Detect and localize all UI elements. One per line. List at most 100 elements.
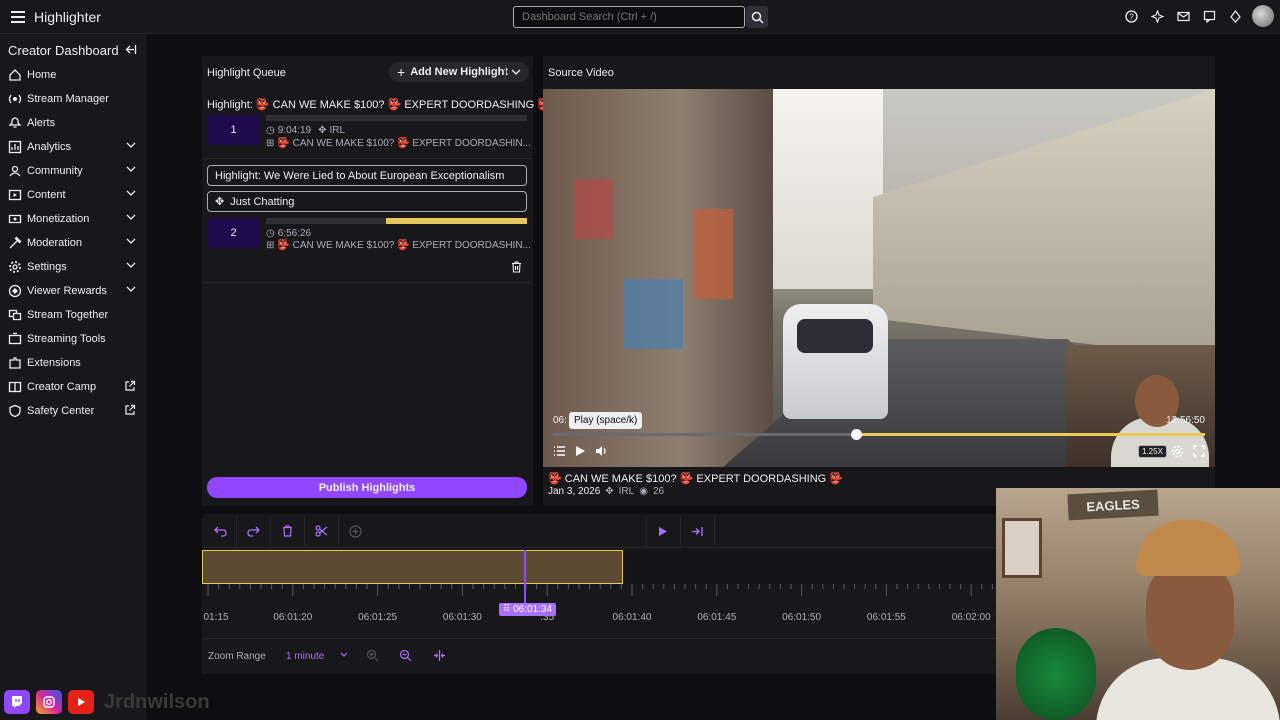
play-button[interactable] — [574, 443, 586, 459]
whispers-icon[interactable] — [1200, 5, 1218, 27]
sidebar-item-label: Monetization — [27, 213, 90, 225]
highlight-1-number[interactable]: 1 — [207, 115, 260, 145]
redo-icon[interactable] — [245, 523, 261, 539]
collapse-sidebar-icon[interactable] — [124, 43, 137, 59]
menu-icon[interactable] — [6, 5, 30, 29]
sidebar-item-stream-manager[interactable]: Stream Manager — [0, 87, 146, 111]
add-new-highlight-label: Add New Highlight — [410, 66, 508, 78]
zoom-in-icon[interactable] — [366, 649, 379, 665]
streamer-webcam: EAGLES — [996, 488, 1280, 720]
sidebar-item-extensions[interactable]: Extensions — [0, 351, 146, 375]
timeline-ruler — [207, 584, 993, 596]
zoom-range-label: Zoom Range — [208, 651, 266, 662]
user-avatar[interactable] — [1252, 5, 1274, 27]
fit-timeline-icon[interactable] — [433, 649, 446, 665]
highlight-2-source: ⊞ 👺 CAN WE MAKE $100? 👺 EXPERT DOORDASHI… — [266, 240, 531, 251]
delete-clip-icon[interactable] — [279, 523, 295, 539]
play-icon — [576, 446, 585, 456]
chevron-down-icon[interactable] — [126, 285, 136, 293]
video-title: 👺 CAN WE MAKE $100? 👺 EXPERT DOORDASHING… — [548, 473, 843, 485]
video-icon: ⊞ — [266, 138, 275, 149]
chevron-down-icon[interactable] — [126, 189, 136, 197]
sidebar-item-label: Extensions — [27, 357, 81, 369]
play-clip-icon[interactable] — [655, 523, 671, 539]
search-button[interactable] — [746, 6, 768, 28]
sidebar-item-content[interactable]: Content — [0, 183, 146, 207]
chapters-icon[interactable] — [553, 443, 566, 459]
help-icon[interactable]: ? — [1122, 5, 1140, 27]
sidebar-item-streaming-tools[interactable]: Streaming Tools — [0, 327, 146, 351]
video-time-start: 06: — [553, 415, 567, 426]
timeline-clip[interactable] — [202, 550, 623, 584]
clock-icon: ◷ — [266, 125, 275, 136]
sparkle-icon[interactable] — [1148, 5, 1166, 27]
volume-icon[interactable] — [595, 443, 608, 459]
sidebar-item-label: Stream Manager — [27, 93, 109, 105]
video-player[interactable]: 06: Play (space/k) 12:56:50 1.25X — [543, 89, 1215, 467]
playback-speed-button[interactable]: 1.25X — [1138, 445, 1167, 458]
highlight-2-number[interactable]: 2 — [207, 218, 260, 248]
zoom-out-icon[interactable] — [399, 649, 412, 665]
moderation-icon — [8, 236, 22, 250]
instagram-icon — [36, 690, 62, 714]
trash-icon[interactable] — [511, 261, 522, 276]
undo-icon[interactable] — [212, 523, 228, 539]
app-title: Highlighter — [34, 9, 101, 25]
sidebar-item-alerts[interactable]: Alerts — [0, 111, 146, 135]
sidebar-item-monetization[interactable]: Monetization — [0, 207, 146, 231]
chevron-down-icon[interactable] — [126, 141, 136, 149]
clock-icon: ◷ — [266, 228, 275, 239]
sidebar-item-settings[interactable]: Settings — [0, 255, 146, 279]
highlight-2-title: Highlight: We Were Lied to About Europea… — [215, 169, 505, 182]
sidebar-item-community[interactable]: Community — [0, 159, 146, 183]
publish-highlights-button[interactable]: Publish Highlights — [207, 477, 527, 498]
sidebar-item-moderation[interactable]: Moderation — [0, 231, 146, 255]
svg-text:?: ? — [1129, 12, 1134, 21]
sidebar-item-viewer-rewards[interactable]: Viewer Rewards — [0, 279, 146, 303]
extensions-icon — [8, 356, 22, 370]
timeline-track[interactable] — [623, 550, 996, 584]
play-tooltip: Play (space/k) — [569, 412, 643, 429]
sidebar-item-stream-together[interactable]: Stream Together — [0, 303, 146, 327]
bits-icon[interactable] — [1226, 5, 1244, 27]
video-category: IRL — [618, 486, 635, 497]
jump-to-end-icon[interactable] — [689, 523, 705, 539]
dashboard-search-input[interactable] — [513, 6, 745, 28]
chevron-down-icon[interactable] — [340, 651, 348, 659]
scissors-icon[interactable] — [313, 523, 329, 539]
chevron-down-icon[interactable] — [126, 261, 136, 269]
add-marker-icon[interactable] — [347, 523, 363, 539]
tick-label: 06:01:20 — [273, 612, 313, 623]
tick-label: 06:01:50 — [782, 612, 822, 623]
video-time-end: 12:56:50 — [1166, 415, 1205, 426]
highlight-2-category-field[interactable]: ✥ Just Chatting — [207, 191, 527, 212]
timeline-playhead[interactable] — [524, 550, 526, 604]
creator-camp-icon — [8, 380, 22, 394]
highlight-1-title: Highlight: 👺 CAN WE MAKE $100? 👺 EXPERT … — [207, 99, 551, 111]
sidebar-item-label: Home — [27, 69, 57, 81]
settings-gear-icon[interactable] — [1171, 443, 1184, 459]
sidebar-item-home[interactable]: Home — [0, 63, 146, 87]
sidebar-item-label: Settings — [27, 261, 67, 273]
sidebar-item-safety-center[interactable]: Safety Center — [0, 399, 146, 423]
chevron-down-icon[interactable] — [511, 68, 521, 76]
video-progress-knob[interactable] — [851, 429, 862, 440]
streaming-tools-icon — [8, 332, 22, 346]
chevron-down-icon[interactable] — [126, 237, 136, 245]
fullscreen-icon[interactable] — [1193, 443, 1205, 459]
category-icon: ✥ — [215, 196, 225, 208]
sidebar-item-analytics[interactable]: Analytics — [0, 135, 146, 159]
sidebar-item-creator-camp[interactable]: Creator Camp — [0, 375, 146, 399]
chevron-down-icon[interactable] — [126, 213, 136, 221]
add-new-highlight-button[interactable]: + Add New Highlight — [389, 62, 529, 82]
top-bar: Highlighter ? — [0, 0, 1280, 34]
content-icon — [8, 188, 22, 202]
tick-label: 06:01:25 — [358, 612, 398, 623]
zoom-range-select[interactable]: 1 minute — [286, 651, 324, 662]
external-link-icon — [125, 380, 136, 391]
queue-title: Highlight Queue — [207, 67, 286, 79]
sidebar-item-label: Viewer Rewards — [27, 285, 107, 297]
chevron-down-icon[interactable] — [126, 165, 136, 173]
inbox-icon[interactable] — [1174, 5, 1192, 27]
highlight-2-title-field[interactable]: Highlight: We Were Lied to About Europea… — [207, 165, 527, 186]
